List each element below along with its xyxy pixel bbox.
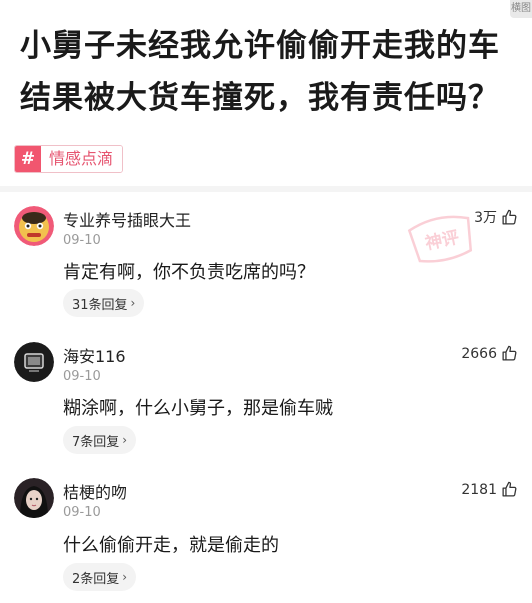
hash-icon: # <box>15 146 41 172</box>
replies-count: 2条回复 <box>72 571 120 587</box>
like-count: 2666 <box>461 345 497 362</box>
view-replies-button[interactable]: 31条回复 › <box>63 289 145 317</box>
section-divider <box>0 186 532 192</box>
topic-label: 情感点滴 <box>41 146 123 172</box>
chevron-right-icon: › <box>130 296 136 310</box>
username[interactable]: 桔梗的吻 <box>63 479 127 503</box>
stamp-text: 神评 <box>423 227 461 255</box>
like-count: 2181 <box>461 481 497 498</box>
comment-text: 糊涂啊，什么小舅子，那是偷车贼 <box>63 398 333 419</box>
thumbs-up-icon <box>502 209 517 225</box>
like-button[interactable]: 3万 <box>474 207 518 227</box>
chevron-right-icon: › <box>122 433 128 447</box>
comment-text: 肯定有啊，你不负责吃席的吗？ <box>63 262 315 283</box>
thumbs-up-icon <box>502 345 517 361</box>
view-replies-button[interactable]: 7条回复 › <box>63 426 137 454</box>
view-replies-button[interactable]: 2条回复 › <box>63 563 137 591</box>
post-title: 小舅子未经我允许偷偷开走我的车结果被大货车撞死，我有责任吗？ <box>20 28 500 116</box>
thumbs-up-icon <box>502 481 517 497</box>
comment-text: 什么偷偷开走，就是偷走的 <box>63 535 279 556</box>
comment-date: 09-10 <box>63 233 101 248</box>
like-count: 3万 <box>474 210 497 226</box>
chevron-right-icon: › <box>122 570 128 584</box>
shenping-stamp-icon: 神评 <box>407 215 473 263</box>
username[interactable]: 专业养号插眼大王 <box>63 207 191 231</box>
username[interactable]: 海安116 <box>63 343 126 367</box>
avatar[interactable] <box>14 478 54 518</box>
topic-tag[interactable]: # 情感点滴 <box>14 145 124 173</box>
like-button[interactable]: 2181 <box>461 481 518 498</box>
comment-date: 09-10 <box>63 369 101 384</box>
comment-date: 09-10 <box>63 505 101 520</box>
avatar[interactable] <box>14 206 54 246</box>
like-button[interactable]: 2666 <box>461 345 518 362</box>
corner-tag: 横图 <box>510 0 532 18</box>
replies-count: 31条回复 <box>72 297 128 313</box>
avatar[interactable] <box>14 342 54 382</box>
replies-count: 7条回复 <box>72 434 120 450</box>
